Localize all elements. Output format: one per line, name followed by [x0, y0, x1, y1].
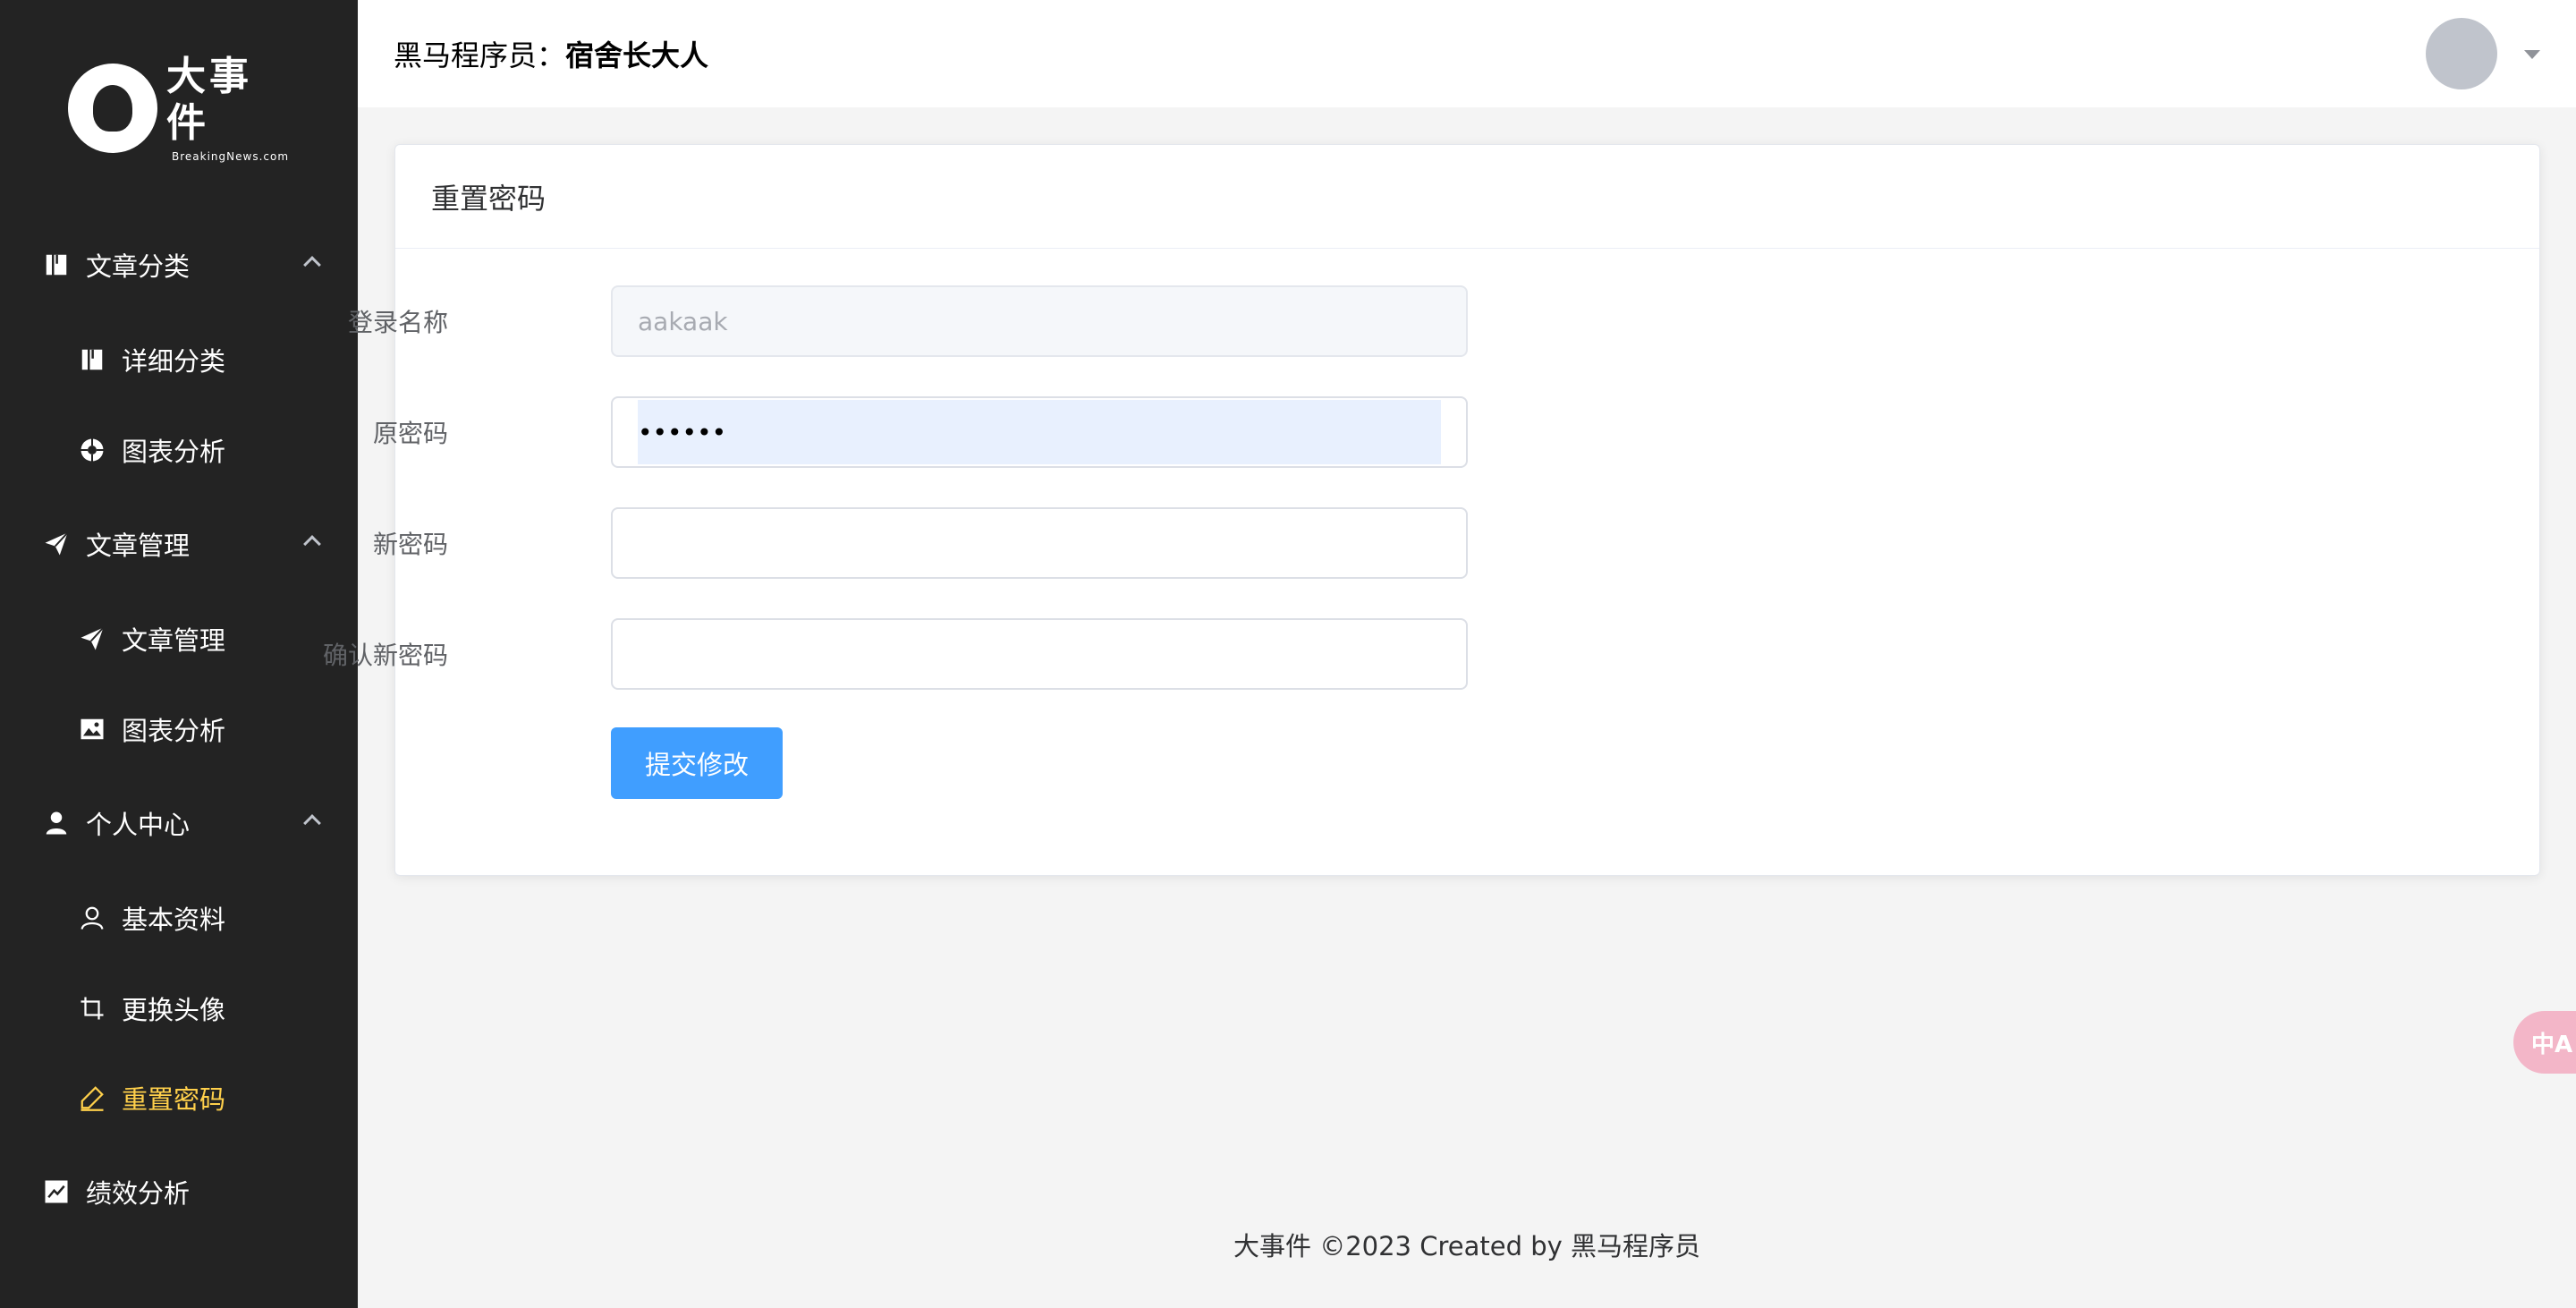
- menu-item-performance[interactable]: 绩效分析: [0, 1151, 358, 1232]
- brand-title: 大事件: [166, 54, 252, 146]
- old-password-label: 原密码: [372, 419, 448, 448]
- logo-mark: [68, 64, 157, 153]
- menu-group-user-center[interactable]: 个人中心: [0, 783, 358, 863]
- translate-icon: 中A: [2531, 1031, 2573, 1058]
- confirm-password-label: 确认新密码: [322, 641, 448, 670]
- menu-label: 文章管理: [86, 531, 191, 561]
- book-icon: [79, 346, 106, 373]
- book-icon: [43, 251, 70, 278]
- header-title: 黑马程序员：宿舍长大人: [394, 33, 708, 74]
- footer: 大事件 ©2023 Created by 黑马程序员: [1233, 1231, 1700, 1261]
- login-name-input: [611, 285, 1468, 357]
- new-password-label: 新密码: [372, 530, 448, 559]
- menu-label: 个人中心: [86, 810, 191, 840]
- trend-chart-icon: [43, 1178, 70, 1205]
- image-icon: [79, 716, 106, 743]
- chevron-up-icon: [303, 814, 321, 832]
- send-icon: [79, 625, 106, 652]
- brand-subtitle: BreakingNews.com: [172, 150, 290, 163]
- form-row-confirm-password: 确认新密码: [323, 618, 1469, 690]
- edit-pen-icon: [79, 1084, 106, 1111]
- send-icon: [43, 531, 70, 557]
- header-username: 宿舍长大人: [565, 38, 709, 72]
- old-password-field[interactable]: [611, 396, 1468, 468]
- translate-widget[interactable]: 中A: [2513, 1011, 2576, 1074]
- form-row-old-password: 原密码: [373, 396, 1469, 468]
- chevron-up-icon: [303, 256, 321, 274]
- top-header: 黑马程序员：宿舍长大人: [358, 0, 2576, 107]
- header-prefix: 黑马程序员：: [394, 38, 566, 72]
- reset-password-card: 重置密码 登录名称 原密码 新密码 确认新密码 提交修改: [323, 144, 2540, 876]
- login-name-label: 登录名称: [347, 308, 448, 337]
- user-filled-icon: [43, 810, 70, 837]
- caret-down-icon[interactable]: [2524, 50, 2540, 59]
- form-row-login-name: 登录名称: [348, 285, 1469, 357]
- menu-label: 文章分类: [86, 251, 191, 282]
- avatar[interactable]: [2426, 18, 2497, 89]
- new-password-input[interactable]: [611, 507, 1468, 579]
- menu-item-basic-info[interactable]: 基本资料: [0, 878, 358, 958]
- menu-item-reset-password[interactable]: 重置密码: [0, 1057, 358, 1138]
- form-row-new-password: 新密码: [373, 507, 1469, 579]
- user-icon: [79, 905, 106, 931]
- old-password-input[interactable]: [638, 400, 1441, 464]
- aperture-icon: [79, 437, 106, 463]
- menu-label: 绩效分析: [86, 1178, 191, 1209]
- menu-item-change-avatar[interactable]: 更换头像: [0, 968, 358, 1049]
- submit-button[interactable]: 提交修改: [611, 727, 783, 799]
- menu-item-article-chart[interactable]: 图表分析: [0, 689, 358, 769]
- confirm-password-input[interactable]: [611, 618, 1468, 690]
- menu-label: 图表分析: [122, 716, 226, 746]
- card-title: 重置密码: [395, 145, 2539, 249]
- crop-icon: [79, 995, 106, 1022]
- menu-label: 重置密码: [122, 1084, 226, 1115]
- menu-label: 基本资料: [122, 905, 226, 935]
- brand-logo[interactable]: 大事件 BreakingNews.com: [68, 54, 292, 163]
- menu-label: 更换头像: [122, 995, 226, 1025]
